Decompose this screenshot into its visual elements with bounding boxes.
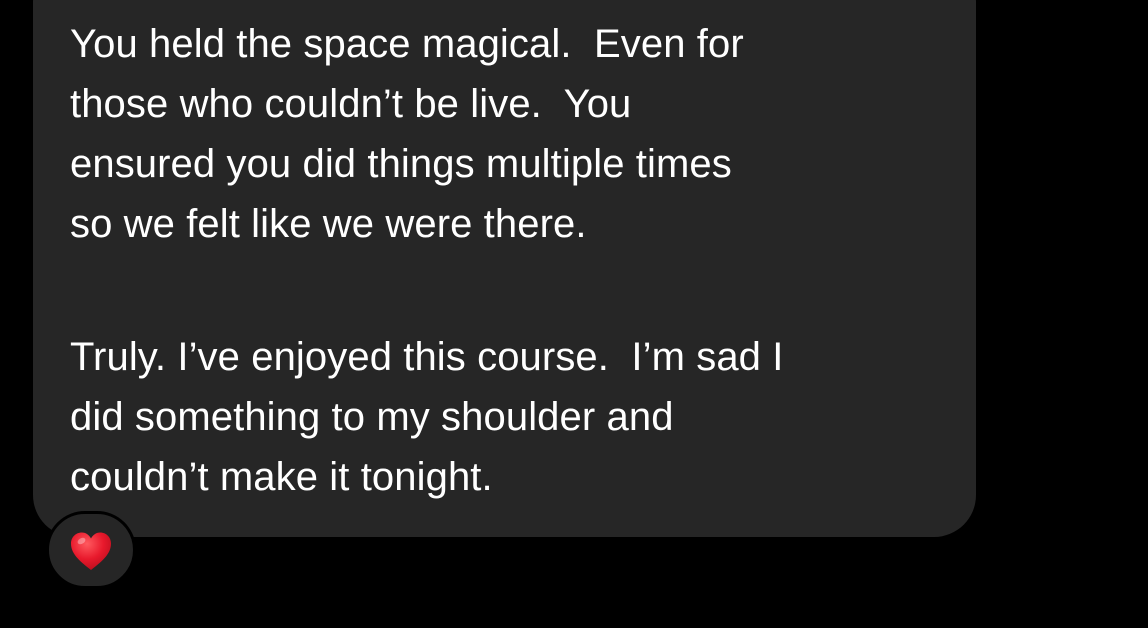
message-bubble[interactable]: You held the space magical. Even for tho… bbox=[33, 0, 976, 537]
message-paragraph-2: Truly. I’ve enjoyed this course. I’m sad… bbox=[70, 335, 784, 499]
message-paragraph-1: You held the space magical. Even for tho… bbox=[70, 22, 744, 246]
tapback-reaction[interactable] bbox=[46, 511, 136, 589]
red-heart-icon bbox=[71, 532, 111, 570]
